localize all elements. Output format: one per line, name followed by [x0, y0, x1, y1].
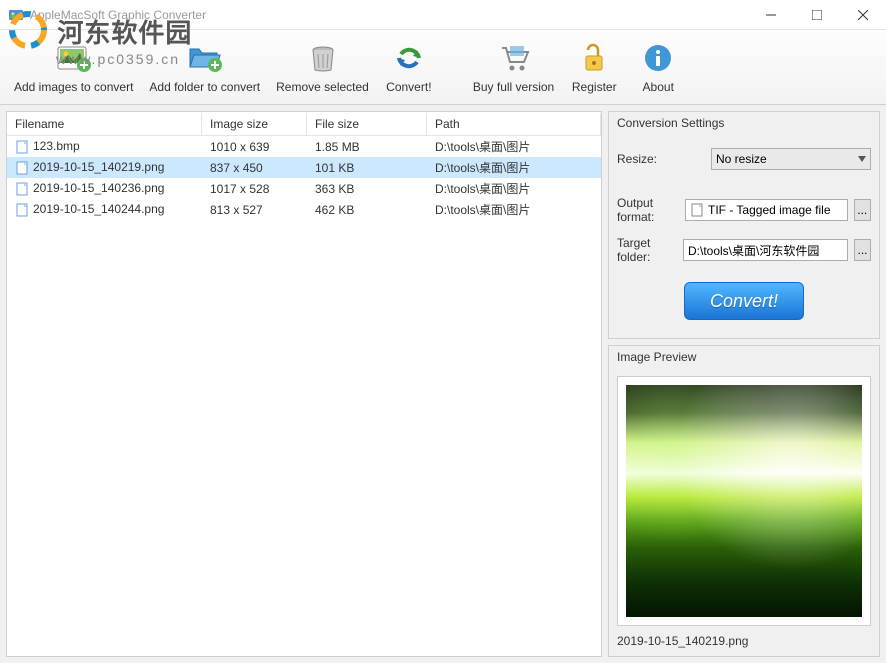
cell-filename: 2019-10-15_140236.png: [7, 179, 202, 198]
info-icon: [640, 40, 676, 76]
minimize-button[interactable]: [748, 0, 794, 29]
cell-file-size: 1.85 MB: [307, 138, 427, 156]
settings-title: Conversion Settings: [617, 116, 871, 136]
maximize-button[interactable]: [794, 0, 840, 29]
remove-selected-button[interactable]: Remove selected: [270, 33, 375, 101]
header-file-size[interactable]: File size: [307, 113, 427, 135]
cell-file-size: 101 KB: [307, 159, 427, 177]
add-folder-button[interactable]: Add folder to convert: [143, 33, 266, 101]
lock-icon: [576, 40, 612, 76]
table-row[interactable]: 123.bmp1010 x 6391.85 MBD:\tools\桌面\图片: [7, 136, 601, 157]
cell-path: D:\tools\桌面\图片: [427, 136, 601, 157]
header-image-size[interactable]: Image size: [202, 113, 307, 135]
about-button[interactable]: About: [628, 33, 688, 101]
cell-path: D:\tools\桌面\图片: [427, 178, 601, 199]
image-preview-panel: Image Preview 2019-10-15_140219.png: [608, 345, 880, 657]
browse-folder-button[interactable]: ...: [854, 239, 871, 261]
cell-path: D:\tools\桌面\图片: [427, 199, 601, 220]
add-folder-icon: [187, 40, 223, 76]
cell-image-size: 1010 x 639: [202, 138, 307, 156]
add-images-button[interactable]: Add images to convert: [8, 33, 139, 101]
preview-filename: 2019-10-15_140219.png: [617, 632, 871, 648]
window-title: AppleMacSoft Graphic Converter: [30, 8, 748, 22]
preview-title: Image Preview: [617, 350, 871, 370]
cell-filename: 2019-10-15_140219.png: [7, 158, 202, 177]
conversion-settings: Conversion Settings Resize: No resize Ou…: [608, 111, 880, 339]
cell-image-size: 837 x 450: [202, 159, 307, 177]
convert-big-button[interactable]: Convert!: [684, 282, 804, 320]
cell-path: D:\tools\桌面\图片: [427, 157, 601, 178]
preview-image: [617, 376, 871, 626]
target-folder-input[interactable]: [683, 239, 848, 261]
table-row[interactable]: 2019-10-15_140236.png1017 x 528363 KBD:\…: [7, 178, 601, 199]
output-format-select[interactable]: TIF - Tagged image file: [685, 199, 848, 221]
cell-filename: 2019-10-15_140244.png: [7, 200, 202, 219]
cell-filename: 123.bmp: [7, 137, 202, 156]
cell-file-size: 462 KB: [307, 201, 427, 219]
convert-button[interactable]: Convert!: [379, 33, 439, 101]
format-options-button[interactable]: ...: [854, 199, 872, 221]
cell-image-size: 813 x 527: [202, 201, 307, 219]
header-filename[interactable]: Filename: [7, 113, 202, 135]
buy-button[interactable]: Buy full version: [467, 33, 560, 101]
table-header: Filename Image size File size Path: [7, 112, 601, 136]
close-button[interactable]: [840, 0, 886, 29]
titlebar: AppleMacSoft Graphic Converter: [0, 0, 886, 30]
add-images-icon: [56, 40, 92, 76]
file-list[interactable]: Filename Image size File size Path 123.b…: [6, 111, 602, 657]
folder-label: Target folder:: [617, 236, 677, 264]
cart-icon: [496, 40, 532, 76]
resize-select[interactable]: No resize: [711, 148, 871, 170]
cell-image-size: 1017 x 528: [202, 180, 307, 198]
convert-icon: [391, 40, 427, 76]
app-icon: [8, 7, 24, 23]
toolbar: Add images to convert Add folder to conv…: [0, 30, 886, 105]
table-row[interactable]: 2019-10-15_140219.png837 x 450101 KBD:\t…: [7, 157, 601, 178]
header-path[interactable]: Path: [427, 113, 601, 135]
format-label: Output format:: [617, 196, 679, 224]
register-button[interactable]: Register: [564, 33, 624, 101]
table-row[interactable]: 2019-10-15_140244.png813 x 527462 KBD:\t…: [7, 199, 601, 220]
cell-file-size: 363 KB: [307, 180, 427, 198]
resize-label: Resize:: [617, 152, 705, 166]
trash-icon: [305, 40, 341, 76]
